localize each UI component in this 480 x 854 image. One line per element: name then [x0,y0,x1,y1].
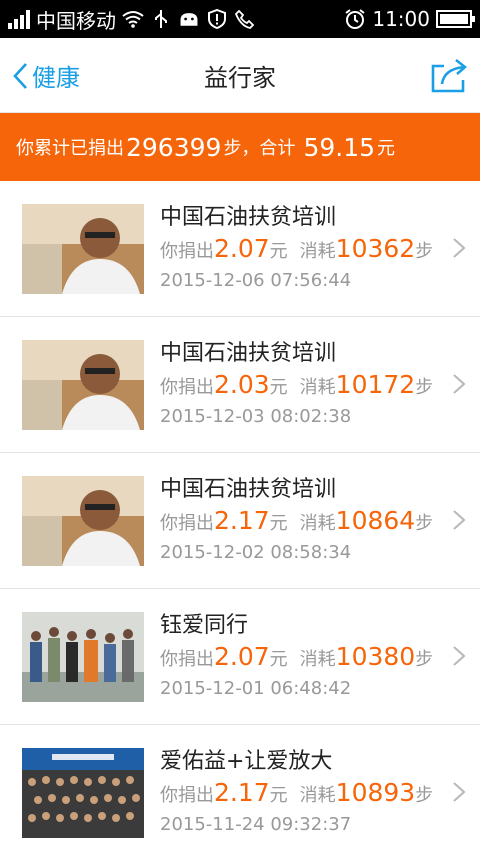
alarm-icon [344,8,366,30]
back-label: 健康 [32,64,80,92]
group-photo-icon [22,747,144,838]
chevron-right-icon [453,782,466,802]
donation-amount: 2.07 [214,234,270,263]
nav-bar: 健康 益行家 [0,38,480,113]
item-date: 2015-11-24 09:32:37 [160,814,352,835]
group-activity-icon [22,611,144,702]
donation-amount: 2.17 [214,506,270,535]
step-count: 10864 [335,506,416,535]
shield-alert-icon [206,8,228,30]
chevron-right-icon [453,374,466,394]
list-item[interactable]: 爱佑益+让爱放大 你捐出2.17元 消耗10893步 2015-11-24 09:… [0,725,480,854]
item-date: 2015-12-01 06:48:42 [160,678,352,699]
summary-prefix: 你累计已捐出 [16,138,124,159]
yuan-unit: 元 [269,241,288,262]
donated-label: 你捐出 [160,513,214,534]
item-date: 2015-12-03 08:02:38 [160,406,352,427]
man-glasses-icon [22,475,144,566]
consumed-label: 消耗 [299,513,336,534]
step-count: 10380 [335,642,416,671]
donation-amount: 2.17 [214,778,270,807]
donated-label: 你捐出 [160,377,214,398]
carrier-name: 中国移动 [36,8,116,33]
battery-icon [436,10,475,28]
steps-unit: 步 [415,241,434,262]
usb-icon [150,8,172,30]
consumed-label: 消耗 [299,785,336,806]
item-title: 爱佑益+让爱放大 [160,749,333,774]
summary-steps-unit: 步，合计 [223,138,296,159]
chevron-right-icon [453,510,466,530]
status-bar: 中国移动 11:00 [0,0,480,38]
summary-amount-unit: 元 [377,138,396,159]
donated-label: 你捐出 [160,241,214,262]
item-title: 中国石油扶贫培训 [160,477,337,502]
yuan-unit: 元 [269,785,288,806]
chevron-right-icon [453,646,466,666]
phone-icon [234,8,256,30]
wifi-icon [122,8,144,30]
donation-amount: 2.07 [214,642,270,671]
man-glasses-icon [22,203,144,294]
total-steps: 296399 [126,132,222,162]
item-date: 2015-12-02 08:58:34 [160,542,352,563]
steps-unit: 步 [415,377,434,398]
donation-list: 中国石油扶贫培训 你捐出2.07元 消耗10362步 2015-12-06 07:… [0,181,480,854]
chevron-left-icon [13,62,27,89]
chevron-right-icon [453,238,466,258]
yuan-unit: 元 [269,377,288,398]
list-item[interactable]: 中国石油扶贫培训 你捐出2.03元 消耗10172步 2015-12-03 08:… [0,317,480,453]
item-title: 钰爱同行 [160,613,249,638]
item-title: 中国石油扶贫培训 [160,205,337,230]
list-item[interactable]: 中国石油扶贫培训 你捐出2.07元 消耗10362步 2015-12-06 07:… [0,181,480,317]
step-count: 10893 [335,778,416,807]
steps-unit: 步 [415,513,434,534]
yuan-unit: 元 [269,513,288,534]
consumed-label: 消耗 [299,649,336,670]
share-icon[interactable] [430,58,468,94]
android-icon [178,8,200,30]
list-item[interactable]: 钰爱同行 你捐出2.07元 消耗10380步 2015-12-01 06:48:4… [0,589,480,725]
signal-icon [8,9,30,29]
steps-unit: 步 [415,649,434,670]
steps-unit: 步 [415,785,434,806]
step-count: 10172 [335,370,416,399]
clock-time: 11:00 [372,7,430,31]
donated-label: 你捐出 [160,649,214,670]
consumed-label: 消耗 [299,377,336,398]
total-amount: 59.15 [303,132,376,162]
donation-summary-banner: 你累计已捐出 296399 步，合计 59.15 元 [0,113,480,181]
item-date: 2015-12-06 07:56:44 [160,270,352,291]
yuan-unit: 元 [269,649,288,670]
donated-label: 你捐出 [160,785,214,806]
man-glasses-icon [22,339,144,430]
donation-amount: 2.03 [214,370,270,399]
item-title: 中国石油扶贫培训 [160,341,337,366]
back-button[interactable]: 健康 [12,38,80,113]
list-item[interactable]: 中国石油扶贫培训 你捐出2.17元 消耗10864步 2015-12-02 08:… [0,453,480,589]
step-count: 10362 [335,234,416,263]
consumed-label: 消耗 [299,241,336,262]
